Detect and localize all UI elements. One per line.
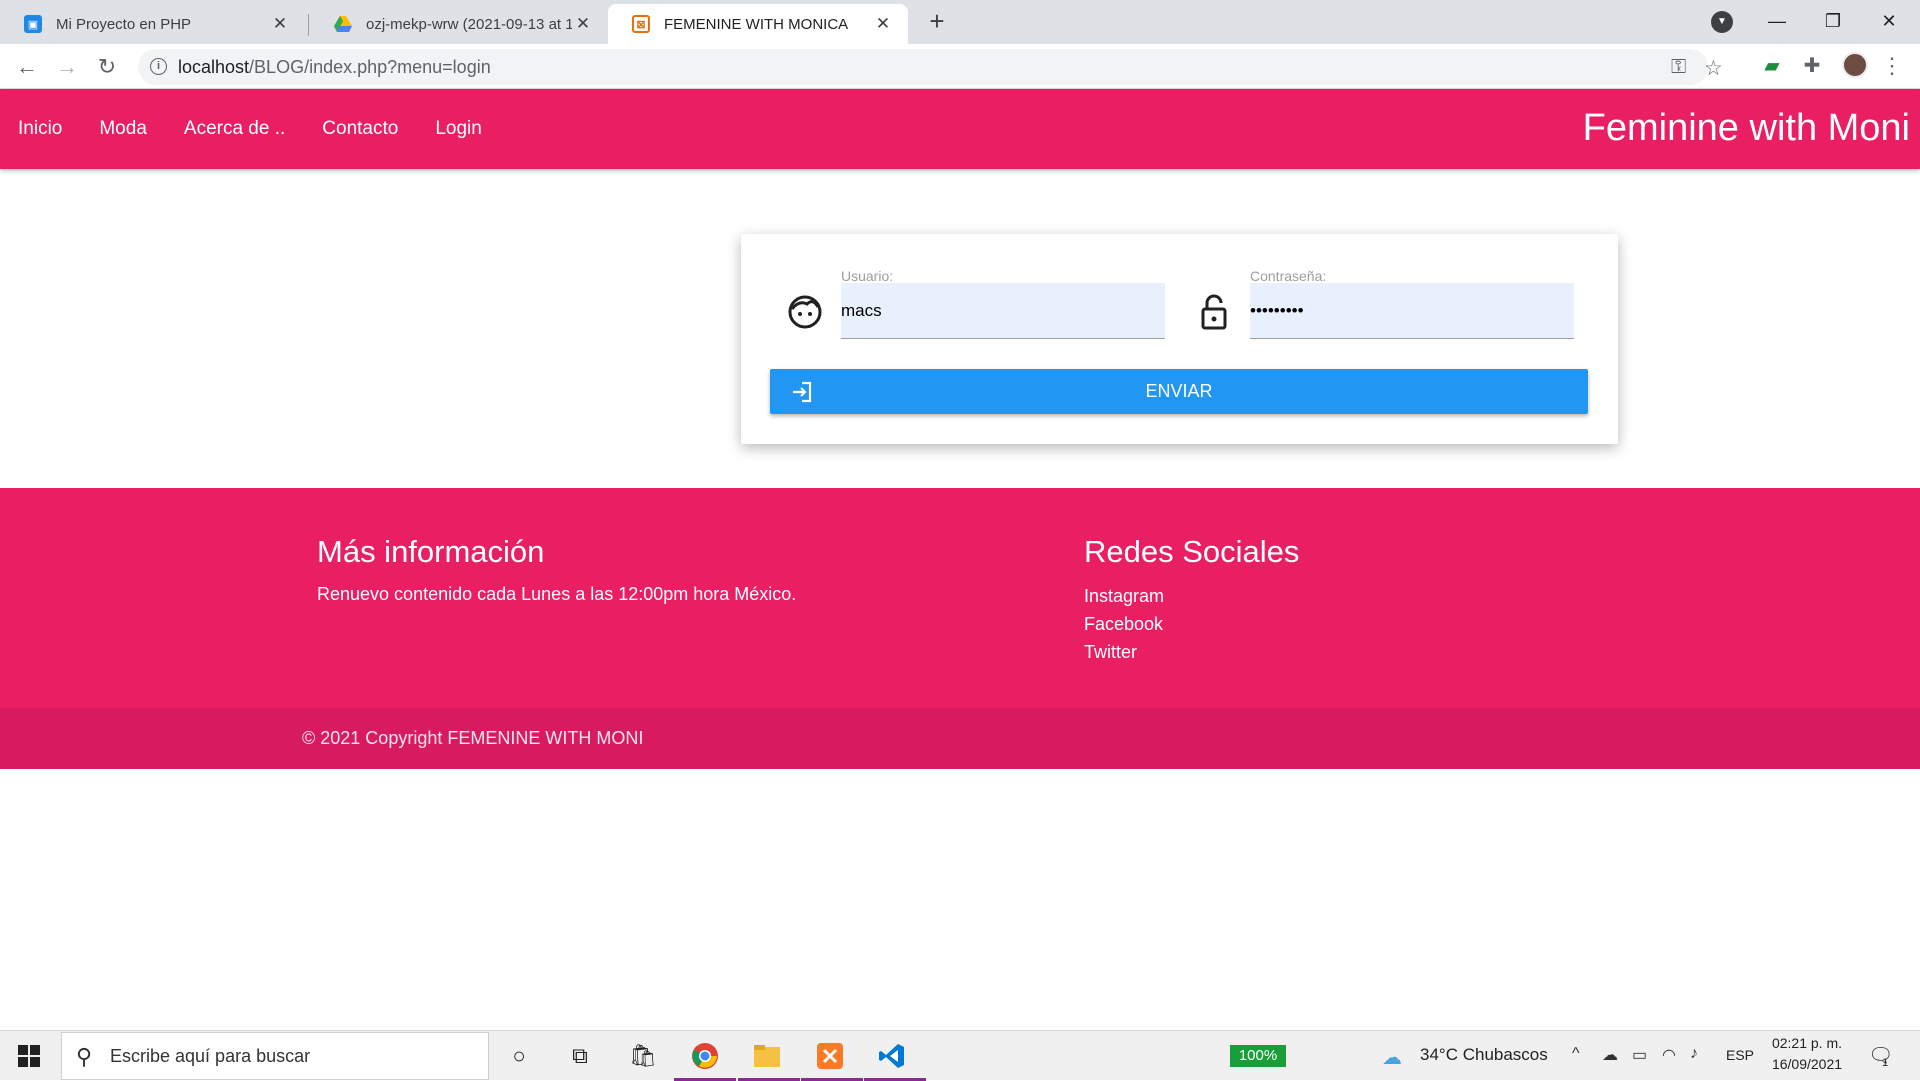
store-bag-icon[interactable]: 🛍	[627, 1040, 659, 1072]
weather-text[interactable]: 34°C Chubascos	[1420, 1045, 1548, 1065]
instagram-link[interactable]: Instagram	[1084, 586, 1164, 606]
contact-card-icon: ▣	[24, 15, 42, 33]
site-navbar: Inicio Moda Acerca de .. Contacto Login …	[0, 89, 1920, 169]
lock-open-icon	[1201, 294, 1227, 330]
onedrive-icon[interactable]: ☁	[1602, 1045, 1618, 1065]
tab-title: FEMENINE WITH MONICA	[664, 15, 849, 33]
language-indicator[interactable]: ESP	[1726, 1047, 1754, 1063]
footer-info-title: Más información	[317, 534, 545, 569]
battery-icon[interactable]: ▭	[1632, 1045, 1647, 1065]
nav-link-inicio[interactable]: Inicio	[18, 118, 62, 140]
clock-time[interactable]: 02:21 p. m.	[1762, 1035, 1852, 1051]
tab-separator	[308, 14, 309, 36]
footer-social-title: Redes Sociales	[1084, 534, 1300, 569]
address-bar[interactable]: i localhost/BLOG/index.php?menu=login ⚿ …	[138, 49, 1723, 85]
notification-count: 1	[1882, 1057, 1889, 1069]
enviar-label: ENVIAR	[1145, 381, 1213, 401]
password-label: Contraseña:	[1250, 268, 1327, 284]
tab-femenine-with-monica[interactable]: ⊠ FEMENINE WITH MONICA ✕	[608, 4, 908, 44]
xampp-taskbar-icon[interactable]	[814, 1040, 846, 1072]
taskbar-search-box[interactable]: ⚲ Escribe aquí para buscar	[61, 1032, 489, 1080]
minimize-button[interactable]: —	[1750, 4, 1804, 38]
extensions-puzzle-icon[interactable]: ✚	[1800, 54, 1824, 78]
windows-taskbar: ⚲ Escribe aquí para buscar ○ ⧉ 🛍 100% ☁ …	[0, 1030, 1920, 1081]
face-icon	[788, 295, 822, 329]
google-drive-icon	[334, 15, 352, 33]
footer-copyright-bar: © 2021 Copyright FEMENINE WITH MONI	[0, 708, 1920, 769]
search-icon: ⚲	[76, 1044, 93, 1069]
forward-arrow-icon[interactable]: →	[52, 52, 82, 82]
tab-title: ozj-mekp-wrw (2021-09-13 at 17	[366, 15, 572, 33]
clock-date[interactable]: 16/09/2021	[1762, 1056, 1852, 1072]
twitter-link[interactable]: Twitter	[1084, 642, 1137, 662]
site-footer: Más información Renuevo contenido cada L…	[0, 488, 1920, 708]
taskbar-search-placeholder: Escribe aquí para buscar	[110, 1046, 311, 1066]
tab-search-icon[interactable]: ▼	[1711, 11, 1733, 33]
url-host: localhost	[178, 57, 250, 77]
login-arrow-icon	[793, 381, 812, 403]
social-links-list: Instagram Facebook Twitter	[1084, 582, 1164, 666]
username-input[interactable]	[841, 283, 1165, 339]
tab-title: Mi Proyecto en PHP	[56, 15, 192, 33]
chrome-icon[interactable]	[689, 1040, 721, 1072]
reload-icon[interactable]: ↻	[92, 52, 122, 82]
enviar-button[interactable]: ENVIAR	[770, 369, 1588, 414]
login-card: Usuario: Contraseña: ENVIAR	[741, 234, 1618, 444]
windows-start-icon[interactable]	[18, 1045, 40, 1067]
notification-center-icon[interactable]: 🗨	[1868, 1043, 1893, 1068]
browser-toolbar: ← → ↻ i localhost/BLOG/index.php?menu=lo…	[0, 44, 1920, 89]
footer-info-text: Renuevo contenido cada Lunes a las 12:00…	[317, 584, 797, 604]
back-arrow-icon[interactable]: ←	[12, 52, 42, 82]
star-icon[interactable]: ☆	[1704, 56, 1723, 81]
menu-kebab-icon[interactable]: ⋮	[1880, 54, 1904, 78]
key-icon[interactable]: ⚿	[1671, 56, 1686, 79]
cast-extension-icon[interactable]: ▰	[1760, 54, 1784, 78]
restore-button[interactable]: ❐	[1806, 4, 1860, 38]
cortana-icon[interactable]: ○	[503, 1040, 535, 1072]
nav-link-contacto[interactable]: Contacto	[322, 118, 398, 140]
vscode-icon[interactable]	[876, 1040, 908, 1072]
facebook-link[interactable]: Facebook	[1084, 614, 1163, 634]
task-view-icon[interactable]: ⧉	[564, 1040, 596, 1072]
user-label: Usuario:	[841, 268, 894, 284]
nav-link-acerca[interactable]: Acerca de ..	[184, 118, 285, 140]
file-explorer-icon[interactable]	[751, 1040, 783, 1072]
close-icon[interactable]: ✕	[572, 14, 594, 34]
list-item: Twitter	[1084, 638, 1164, 666]
browser-tab-strip: ▣ Mi Proyecto en PHP ✕ ozj-mekp-wrw (202…	[0, 0, 1920, 44]
nav-links: Inicio Moda Acerca de .. Contacto Login	[18, 89, 519, 169]
battery-percent[interactable]: 100%	[1230, 1045, 1286, 1067]
url-path: /BLOG/index.php?menu=login	[249, 57, 491, 77]
tab-mi-proyecto[interactable]: ▣ Mi Proyecto en PHP ✕	[0, 4, 305, 44]
volume-icon[interactable]: ♪	[1690, 1045, 1698, 1063]
nav-link-moda[interactable]: Moda	[99, 118, 147, 140]
new-tab-button[interactable]: +	[922, 6, 952, 36]
tab-google-drive[interactable]: ozj-mekp-wrw (2021-09-13 at 17 ✕	[310, 4, 608, 44]
site-info-icon[interactable]: i	[150, 58, 167, 75]
chevron-up-icon[interactable]: ^	[1572, 1045, 1580, 1063]
url-text[interactable]: localhost/BLOG/index.php?menu=login	[178, 57, 491, 78]
close-icon[interactable]: ✕	[872, 14, 894, 34]
xampp-icon: ⊠	[632, 15, 650, 33]
copyright-text: © 2021 Copyright FEMENINE WITH MONI	[302, 728, 644, 748]
wifi-icon[interactable]: ◠	[1662, 1045, 1676, 1065]
weather-icon[interactable]: ☁	[1382, 1045, 1402, 1070]
close-icon[interactable]: ✕	[269, 14, 291, 34]
site-brand[interactable]: Feminine with Moni	[1583, 107, 1910, 150]
profile-avatar[interactable]	[1842, 52, 1868, 78]
list-item: Instagram	[1084, 582, 1164, 610]
window-close-button[interactable]: ✕	[1862, 4, 1916, 38]
password-input[interactable]	[1250, 283, 1574, 339]
list-item: Facebook	[1084, 610, 1164, 638]
nav-link-login[interactable]: Login	[435, 118, 482, 140]
